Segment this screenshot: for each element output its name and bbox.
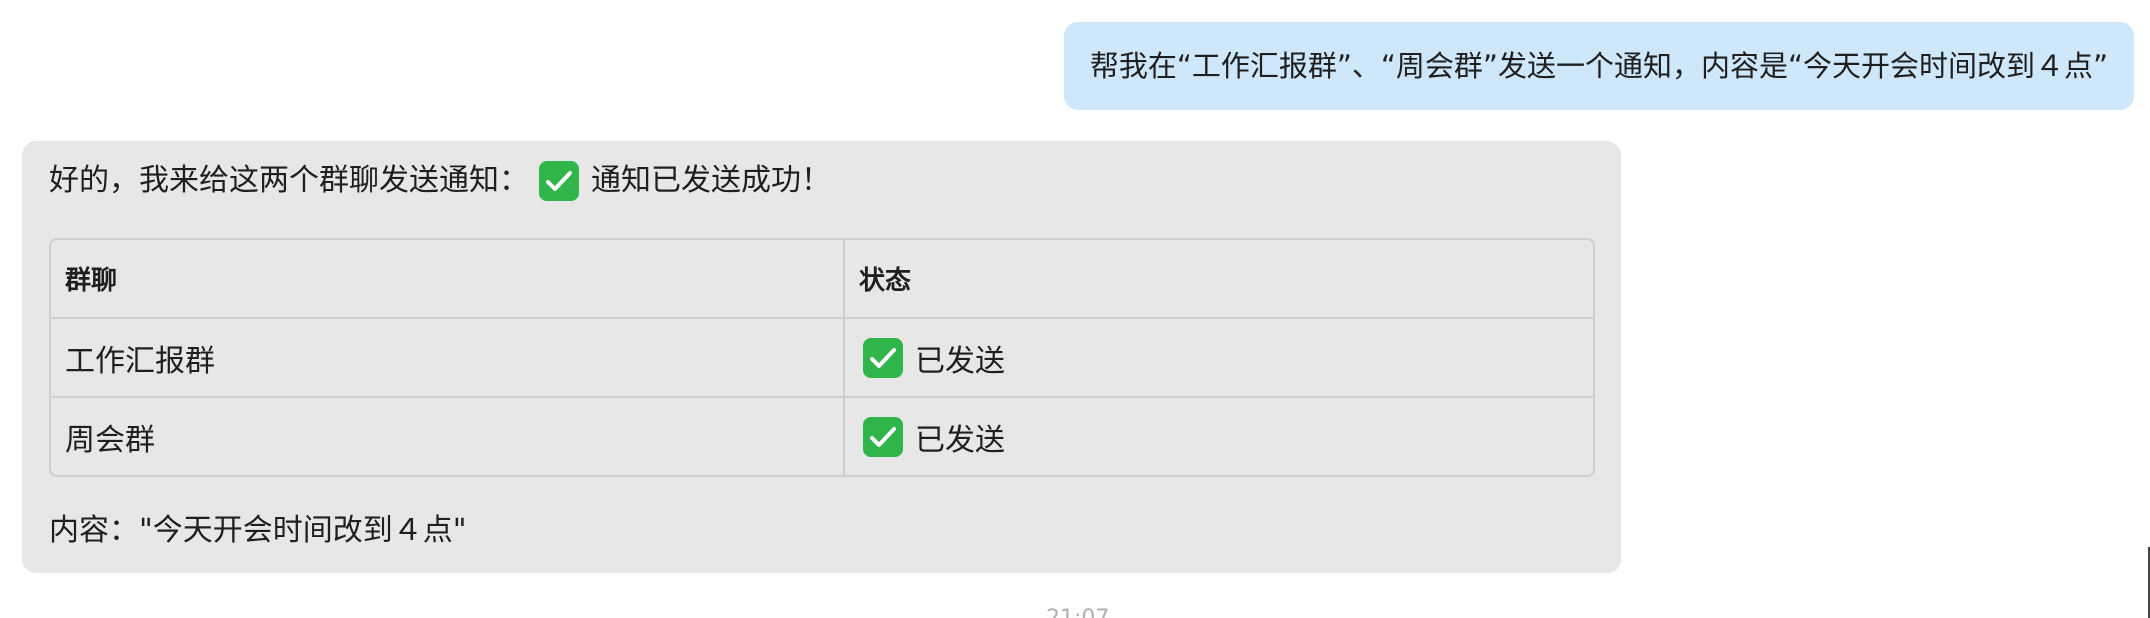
header-status: 状态: [845, 240, 1593, 319]
check-mark-button-icon: [863, 416, 903, 457]
assistant-message-card: 好的，我来给这两个群聊发送通知： 通知已发送成功！ 群聊 状态 工作汇报群 已发…: [22, 141, 1621, 573]
check-mark-button-icon: [863, 337, 903, 378]
status-cell-wrapper: 已发送: [845, 319, 1593, 398]
chat-page: 帮我在“工作汇报群”、“周会群”发送一个通知，内容是“今天开会时间改到４点” 好…: [0, 0, 2150, 618]
status-cell: 已发送: [859, 398, 1579, 475]
intro-text: 好的，我来给这两个群聊发送通知：: [49, 163, 529, 198]
assistant-intro-line: 好的，我来给这两个群聊发送通知： 通知已发送成功！: [49, 159, 1594, 203]
status-text: 已发送: [915, 422, 1005, 458]
status-text: 已发送: [915, 343, 1005, 379]
check-mark-button-icon: [539, 161, 579, 201]
header-group: 群聊: [51, 240, 845, 319]
status-table: 群聊 状态 工作汇报群 已发送 周会群 已发送: [49, 238, 1595, 477]
user-message-bubble: 帮我在“工作汇报群”、“周会群”发送一个通知，内容是“今天开会时间改到４点”: [1063, 22, 2134, 110]
table-row: 周会群 已发送: [51, 398, 1593, 475]
user-message-row: 帮我在“工作汇报群”、“周会群”发送一个通知，内容是“今天开会时间改到４点”: [1063, 22, 2134, 110]
group-cell: 周会群: [51, 398, 845, 475]
table-header-row: 群聊 状态: [51, 240, 1593, 319]
status-cell-wrapper: 已发送: [845, 398, 1593, 475]
notification-content-line: 内容："今天开会时间改到４点": [49, 513, 467, 548]
timestamp-partial: 21:07: [1046, 606, 1109, 618]
status-cell: 已发送: [859, 319, 1579, 396]
table-row: 工作汇报群 已发送: [51, 319, 1593, 398]
group-cell: 工作汇报群: [51, 319, 845, 398]
success-text: 通知已发送成功！: [591, 163, 831, 198]
